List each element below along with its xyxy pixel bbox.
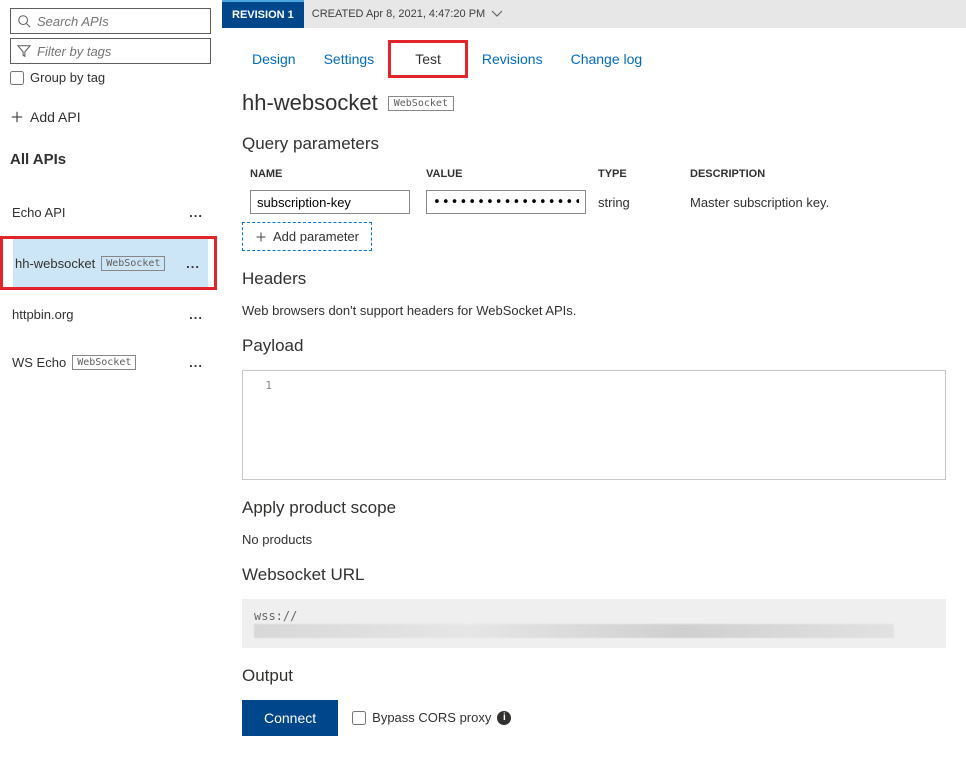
tab-test[interactable]: Test <box>405 49 451 69</box>
group-by-tag-checkbox[interactable]: Group by tag <box>10 70 211 85</box>
page-title: hh-websocket WebSocket <box>242 90 946 116</box>
connect-button[interactable]: Connect <box>242 700 338 736</box>
add-parameter-button[interactable]: Add parameter <box>242 222 372 251</box>
param-name-input[interactable] <box>250 190 410 214</box>
api-item-label: Echo API <box>12 205 65 220</box>
payload-editor[interactable]: 1 <box>242 370 946 480</box>
search-icon <box>17 14 31 28</box>
websocket-badge: WebSocket <box>388 96 454 111</box>
api-item-hh-websocket[interactable]: hh-websocket WebSocket ... <box>13 239 208 287</box>
chevron-down-icon <box>491 10 503 18</box>
output-heading: Output <box>242 666 946 686</box>
search-apis-input[interactable] <box>37 14 215 29</box>
query-parameters-heading: Query parameters <box>242 134 946 154</box>
api-item-label: httpbin.org <box>12 307 73 322</box>
tabs: Design Settings Test Revisions Change lo… <box>222 28 966 86</box>
param-desc: Master subscription key. <box>690 195 829 210</box>
api-item-label: hh-websocket <box>15 256 95 271</box>
tab-settings[interactable]: Settings <box>310 45 389 73</box>
group-by-tag-label: Group by tag <box>30 70 105 85</box>
ellipsis-icon[interactable]: ... <box>189 205 203 220</box>
ellipsis-icon[interactable]: ... <box>189 307 203 322</box>
col-desc: DESCRIPTION <box>690 168 946 180</box>
group-by-tag-input[interactable] <box>10 71 24 85</box>
search-apis-input-wrap[interactable] <box>10 8 211 34</box>
col-value: VALUE <box>426 168 598 180</box>
sidebar: Group by tag Add API All APIs Echo API .… <box>0 0 222 757</box>
revision-bar: REVISION 1 CREATED Apr 8, 2021, 4:47:20 … <box>222 0 966 28</box>
websocket-badge: WebSocket <box>72 355 136 370</box>
col-type: TYPE <box>598 168 690 180</box>
apply-scope-heading: Apply product scope <box>242 498 946 518</box>
output-footer: Connect Bypass CORS proxy i <box>242 700 946 736</box>
api-item-label: WS Echo <box>12 355 66 370</box>
websocket-badge: WebSocket <box>101 256 165 271</box>
tab-changelog[interactable]: Change log <box>557 45 657 73</box>
payload-heading: Payload <box>242 336 946 356</box>
websocket-url-box: wss:// <box>242 599 946 648</box>
headers-heading: Headers <box>242 269 946 289</box>
url-prefix: wss:// <box>254 609 297 623</box>
add-api-button[interactable]: Add API <box>10 105 211 129</box>
api-item-ws-echo[interactable]: WS Echo WebSocket ... <box>10 338 211 386</box>
filter-icon <box>17 44 31 58</box>
bypass-cors-checkbox[interactable]: Bypass CORS proxy i <box>352 710 511 725</box>
ellipsis-icon[interactable]: ... <box>189 355 203 370</box>
plus-icon <box>255 231 267 243</box>
scope-info: No products <box>242 532 946 547</box>
url-redacted <box>254 624 894 638</box>
bypass-cors-input[interactable] <box>352 711 366 725</box>
main-content: REVISION 1 CREATED Apr 8, 2021, 4:47:20 … <box>222 0 966 757</box>
param-value-input[interactable] <box>426 190 586 214</box>
col-name: NAME <box>250 168 426 180</box>
add-api-label: Add API <box>30 109 81 125</box>
tab-design[interactable]: Design <box>238 45 310 73</box>
info-icon[interactable]: i <box>497 711 511 725</box>
websocket-url-heading: Websocket URL <box>242 565 946 585</box>
api-item-echo[interactable]: Echo API ... <box>10 188 211 236</box>
all-apis-heading[interactable]: All APIs <box>10 151 211 168</box>
tab-revisions[interactable]: Revisions <box>468 45 557 73</box>
param-row: string Master subscription key. <box>242 190 946 214</box>
ellipsis-icon[interactable]: ... <box>186 256 200 271</box>
query-table-headers: NAME VALUE TYPE DESCRIPTION <box>242 168 946 180</box>
payload-textarea[interactable] <box>283 371 945 479</box>
api-item-httpbin[interactable]: httpbin.org ... <box>10 290 211 338</box>
param-type: string <box>598 195 690 210</box>
filter-tags-input[interactable] <box>37 44 215 59</box>
filter-tags-input-wrap[interactable] <box>10 38 211 64</box>
revision-label[interactable]: REVISION 1 <box>222 0 304 28</box>
headers-info: Web browsers don't support headers for W… <box>242 303 946 318</box>
plus-icon <box>10 110 24 124</box>
line-number: 1 <box>243 371 283 479</box>
revision-date[interactable]: CREATED Apr 8, 2021, 4:47:20 PM <box>304 8 511 20</box>
